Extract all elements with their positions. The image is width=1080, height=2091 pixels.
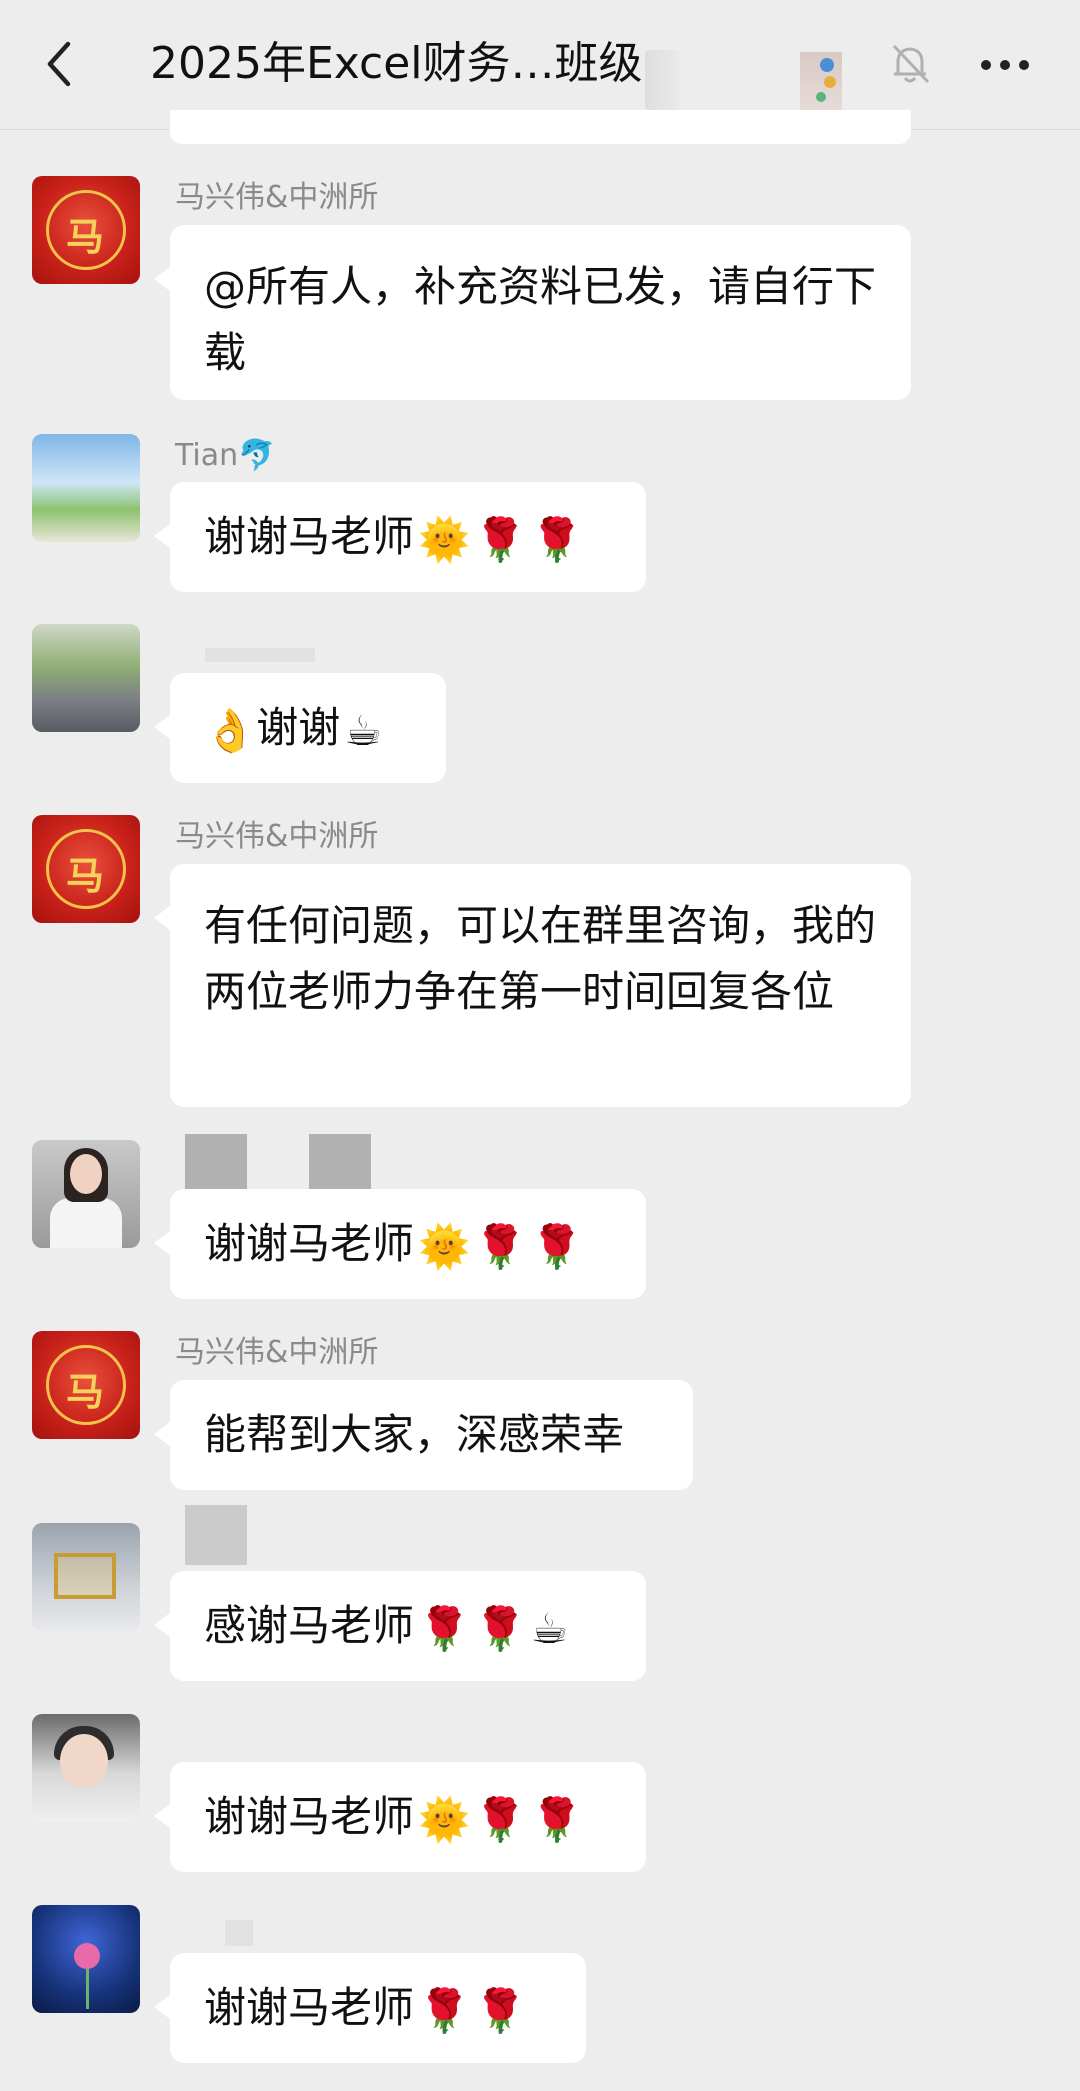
message-bubble[interactable]: 谢谢马老师🌞🌹🌹 [154,1762,646,1872]
avatar[interactable] [32,1523,140,1631]
message-text: 有任何问题，可以在群里咨询，我的两位老师力争在第一时间回复各位 [204,901,877,1016]
message-bubble[interactable]: 谢谢马老师🌹🌹 [154,1953,586,2063]
message-text: 感谢马老师 [204,1601,415,1650]
rose-icon: 🌹 [530,1221,583,1271]
avatar[interactable] [32,1905,140,2013]
sender-name: Tian🐬 [175,438,276,473]
ok-hand-icon: 👌 [204,705,257,755]
rose-icon: 🌹 [474,514,527,564]
sender-name-redacted [185,1505,247,1565]
sun-icon: 🌞 [418,1794,471,1844]
avatar[interactable]: 马 [32,815,140,923]
message-text: 谢谢马老师 [204,1219,415,1268]
message-bubble[interactable]: 能帮到大家，深感荣幸 [154,1380,693,1490]
rose-icon: 🌹 [474,1603,527,1653]
avatar[interactable] [32,1140,140,1248]
rose-icon: 🌹 [418,1603,471,1653]
sender-name: 马兴伟&中洲所 [175,1335,379,1370]
sun-icon: 🌞 [418,514,471,564]
rose-icon: 🌹 [474,1794,527,1844]
group-avatar-icon[interactable] [800,52,842,112]
back-button[interactable] [40,36,80,92]
sun-icon: 🌞 [418,1221,471,1271]
coffee-icon: ☕ [344,705,382,755]
sender-name-redacted [225,1920,253,1946]
avatar[interactable]: 马 [32,1331,140,1439]
message-bubble[interactable]: 感谢马老师🌹🌹☕ [154,1571,646,1681]
rose-icon: 🌹 [530,514,583,564]
sender-name-redacted [205,648,315,662]
previous-message-bubble [170,110,911,144]
dolphin-icon: 🐬 [238,438,276,473]
message-bubble[interactable]: 有任何问题，可以在群里咨询，我的两位老师力争在第一时间回复各位 [154,864,911,1107]
more-options-button[interactable] [975,52,1035,76]
rose-icon: 🌹 [474,1221,527,1271]
message-bubble[interactable]: 👌谢谢☕ [154,673,446,783]
title-redaction [645,50,680,110]
rose-icon: 🌹 [530,1794,583,1844]
message-bubble[interactable]: @所有人，补充资料已发，请自行下载 [154,225,911,400]
message-bubble[interactable]: 谢谢马老师🌞🌹🌹 [154,482,646,592]
sender-name: 马兴伟&中洲所 [175,819,379,854]
avatar[interactable]: 马 [32,176,140,284]
avatar[interactable] [32,1714,140,1822]
sender-name-redacted [309,1134,371,1196]
message-text: 谢谢马老师 [204,1983,415,2032]
message-text: 谢谢马老师 [204,1792,415,1841]
avatar[interactable] [32,624,140,732]
sender-name: 马兴伟&中洲所 [175,180,379,215]
avatar[interactable] [32,434,140,542]
message-text: 谢谢 [256,703,341,752]
message-bubble[interactable]: 谢谢马老师🌞🌹🌹 [154,1189,646,1299]
chat-title[interactable]: 2025年Excel财务…班级 [150,36,643,92]
message-text: 能帮到大家，深感荣幸 [204,1410,625,1459]
rose-icon: 🌹 [418,1985,471,2035]
message-text: @所有人，补充资料已发，请自行下载 [204,262,877,377]
chevron-left-icon [47,41,71,87]
coffee-icon: ☕ [530,1603,569,1653]
message-text: 谢谢马老师 [204,512,415,561]
bell-off-icon[interactable] [888,40,932,88]
rose-icon: 🌹 [474,1985,527,2035]
sender-name-redacted [185,1134,247,1196]
